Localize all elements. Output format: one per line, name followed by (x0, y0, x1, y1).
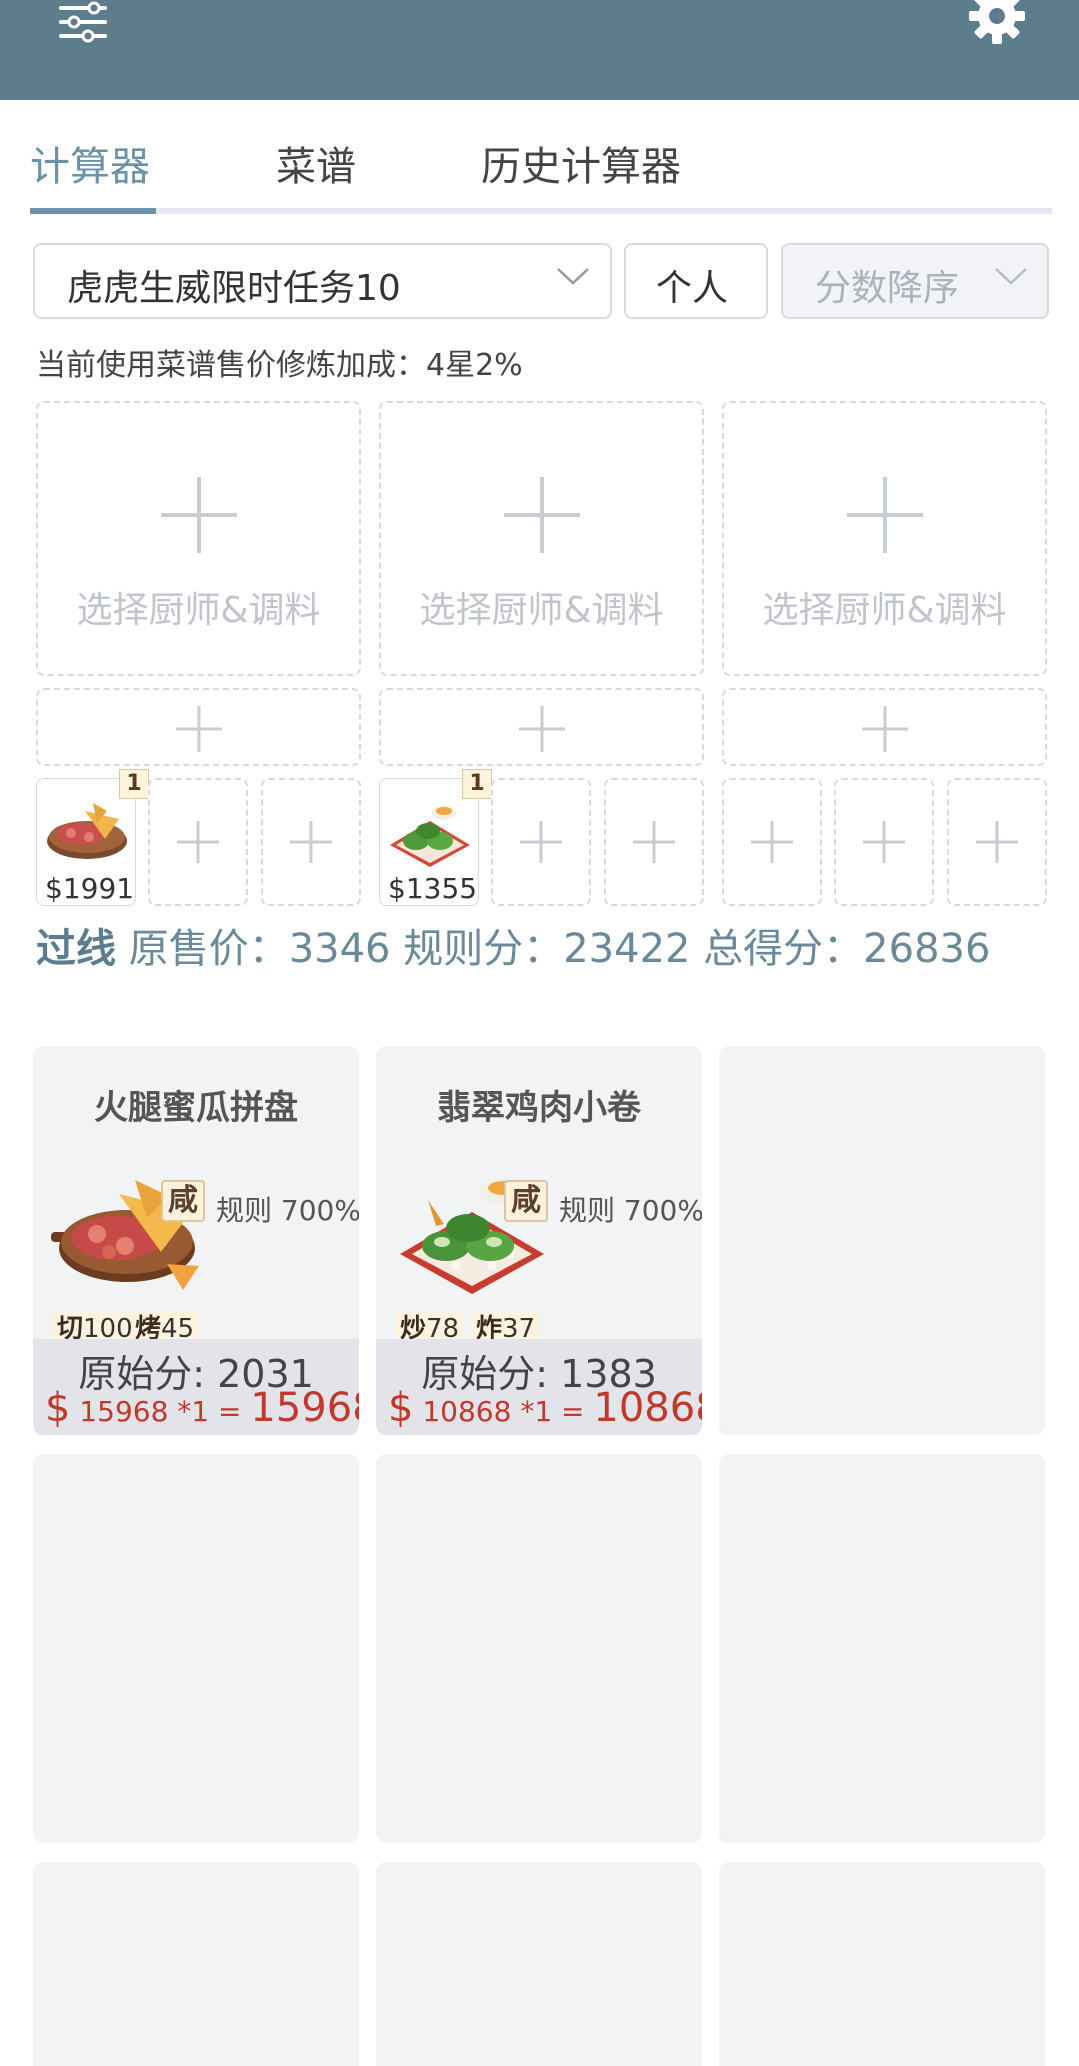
dish-slot-8[interactable] (834, 778, 934, 906)
dish-slot-3[interactable] (261, 778, 361, 906)
plus-icon (175, 706, 222, 752)
chevron-down-icon (557, 268, 589, 285)
empty-result-card (719, 1454, 1045, 1843)
currency-symbol: $ (45, 1385, 71, 1431)
tab-history-calculator[interactable]: 历史计算器 (481, 134, 681, 192)
empty-result-card (376, 1454, 702, 1843)
dish-result-card-2[interactable]: 翡翠鸡肉小卷 咸 规则 700% 炒78 炸37 ★★★★ 原始分: 1383 … (376, 1046, 702, 1435)
plus-icon (518, 706, 565, 752)
card-score-footer: 原始分: 2031 $ 15968 *1 = 15968 (33, 1339, 359, 1435)
plus-icon (863, 821, 905, 863)
currency-symbol: $ (388, 1385, 414, 1431)
equip-slot-3[interactable] (722, 688, 1047, 766)
dish-slot-5[interactable] (491, 778, 591, 906)
sort-select-placeholder: 分数降序 (815, 268, 960, 309)
person-button-label: 个人 (656, 268, 729, 309)
plus-icon (861, 706, 908, 752)
plus-icon (290, 821, 332, 863)
pass-status: 过线 (36, 926, 116, 972)
jade-chicken-roll-image (400, 1179, 544, 1294)
dish-slot-2[interactable] (148, 778, 248, 906)
person-button[interactable]: 个人 (624, 243, 768, 319)
plus-icon (976, 821, 1018, 863)
tab-recipes[interactable]: 菜谱 (276, 134, 356, 192)
dish-slot-7[interactable] (722, 778, 822, 906)
chef-slot-label: 选择厨师&调料 (419, 590, 664, 631)
gear-icon[interactable] (968, 0, 1026, 46)
tab-active-indicator (30, 208, 156, 214)
chef-slot-1[interactable]: 选择厨师&调料 (36, 401, 361, 676)
chef-slot-label: 选择厨师&调料 (76, 590, 321, 631)
plus-icon (503, 477, 580, 553)
equip-slot-2[interactable] (379, 688, 704, 766)
ham-melon-platter-image (47, 803, 127, 859)
dish-count-badge: 1 (119, 769, 149, 799)
plus-icon (160, 477, 237, 553)
score-summary-text: 原售价：3346 规则分：23422 总得分：26836 (116, 926, 991, 972)
dish-slot-4[interactable]: 1 $1355 (379, 769, 492, 906)
chevron-down-icon (995, 268, 1027, 285)
tab-track (30, 208, 1052, 214)
dish-name: 翡翠鸡肉小卷 (437, 1088, 641, 1128)
empty-result-card (33, 1454, 359, 1843)
equip-slot-1[interactable] (36, 688, 361, 766)
empty-result-card (719, 1046, 1045, 1435)
recipe-bonus-text: 当前使用菜谱售价修炼加成：4星2% (36, 348, 523, 383)
dish-slot-9[interactable] (947, 778, 1047, 906)
dish-slot-1[interactable]: 1 $1991 (36, 769, 149, 906)
flavor-tag: 咸 (504, 1180, 548, 1222)
price-total: 10868 (593, 1385, 702, 1431)
price-calculation: $ 10868 *1 = 10868 (388, 1385, 702, 1431)
plus-icon (520, 821, 562, 863)
flavor-tag: 咸 (161, 1180, 205, 1222)
tab-bar: 计算器 菜谱 历史计算器 (30, 120, 1052, 214)
price-total: 15968 (250, 1385, 359, 1431)
plus-icon (846, 477, 923, 553)
plus-icon (751, 821, 793, 863)
plus-icon (633, 821, 675, 863)
price-formula: 10868 *1 = (413, 1395, 594, 1428)
score-summary: 过线 原售价：3346 规则分：23422 总得分：26836 (36, 922, 1036, 976)
empty-result-card (719, 1862, 1045, 2066)
dish-slot-6[interactable] (604, 778, 704, 906)
price-calculation: $ 15968 *1 = 15968 (45, 1385, 359, 1431)
ham-melon-platter-image (51, 1180, 199, 1290)
dish-result-card-1[interactable]: 火腿蜜瓜拼盘 咸 规则 700% 切100 烤45 ★★★★ 原始分: 2031… (33, 1046, 359, 1435)
task-select-value: 虎虎生威限时任务10 (67, 268, 401, 309)
rule-multiplier: 规则 700% (559, 1194, 702, 1227)
dish-price: $1991 (45, 872, 135, 905)
card-score-footer: 原始分: 1383 $ 10868 *1 = 10868 (376, 1339, 702, 1435)
chef-slot-3[interactable]: 选择厨师&调料 (722, 401, 1047, 676)
dish-count-badge: 1 (462, 769, 492, 799)
plus-icon (177, 821, 219, 863)
dish-price: $1355 (388, 872, 478, 905)
task-select[interactable]: 虎虎生威限时任务10 (33, 243, 612, 319)
price-formula: 15968 *1 = (70, 1395, 251, 1428)
top-bar (0, 0, 1079, 100)
tab-calculator[interactable]: 计算器 (30, 134, 150, 192)
filter-settings-icon[interactable] (58, 0, 108, 44)
empty-result-card (376, 1862, 702, 2066)
dish-name: 火腿蜜瓜拼盘 (94, 1088, 298, 1128)
sort-select[interactable]: 分数降序 (781, 243, 1049, 319)
empty-result-card (33, 1862, 359, 2066)
chef-slot-2[interactable]: 选择厨师&调料 (379, 401, 704, 676)
jade-chicken-roll-image (390, 806, 470, 867)
chef-slot-label: 选择厨师&调料 (762, 590, 1007, 631)
rule-multiplier: 规则 700% (216, 1194, 359, 1227)
